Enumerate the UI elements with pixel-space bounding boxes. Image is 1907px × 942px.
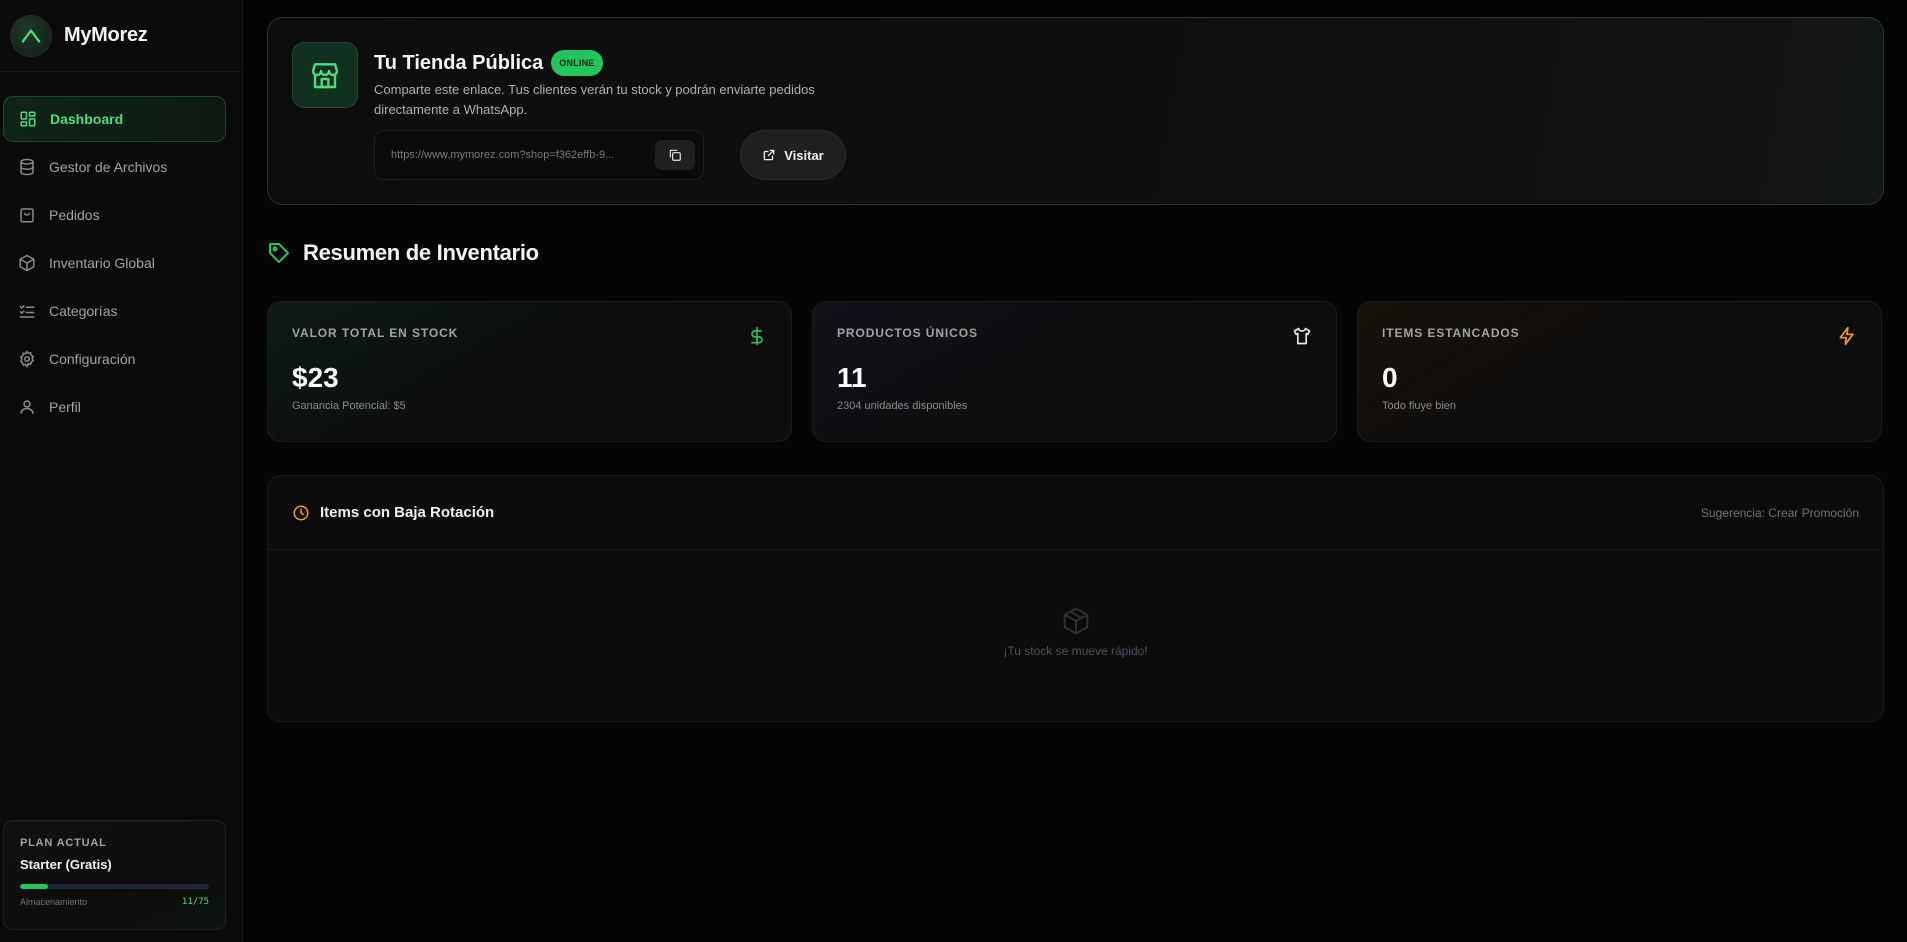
external-link-icon [762,148,776,162]
stat-value: 11 [837,362,867,393]
tag-icon [269,243,289,263]
public-store-card: Tu Tienda Pública ONLINE Comparte este e… [267,17,1884,205]
sidebar-item-dashboard[interactable]: Dashboard [3,96,226,142]
sidebar-item-label: Pedidos [49,207,100,223]
storage-label: Almacenamiento [20,897,88,907]
stat-subtext: 2304 unidades disponibles [837,400,968,412]
shirt-icon [1292,326,1312,351]
storage-progress-bar [20,884,209,889]
store-url-field[interactable]: https://www.mymorez.com?shop=f362effb-9.… [374,130,704,180]
section-header: Resumen de Inventario [267,240,539,266]
main-content: Tu Tienda Pública ONLINE Comparte este e… [243,0,1907,942]
plan-card: PLAN ACTUAL Starter (Gratis) Almacenamie… [3,820,226,930]
sidebar-item-label: Dashboard [50,111,124,127]
sidebar-item-categorias[interactable]: Categorías [3,288,226,334]
sidebar-item-gestor-archivos[interactable]: Gestor de Archivos [3,144,226,190]
shopping-bag-icon [17,205,37,225]
lightning-icon [1837,326,1857,351]
dollar-icon [747,326,767,351]
empty-state: ¡Tu stock se mueve rápido! [268,606,1883,658]
store-url[interactable]: https://www.mymorez.com?shop=f362effb-9.… [391,149,655,161]
promotion-suggestion: Sugerencia: Crear Promoción [1700,505,1859,520]
empty-state-text: ¡Tu stock se mueve rápido! [1003,644,1148,658]
box-icon [17,253,37,273]
brand[interactable]: MyMorez [0,0,242,72]
stat-value: $23 [292,362,339,393]
stat-subtext: Ganancia Potencial: $5 [292,400,406,412]
sidebar-item-label: Inventario Global [49,255,155,271]
sidebar-item-label: Gestor de Archivos [49,159,168,175]
sidebar-item-label: Categorías [49,303,118,319]
visit-label: Visitar [784,147,824,163]
gear-icon [17,349,37,369]
clock-icon [293,505,309,520]
sidebar: MyMorez Dashboard Gestor de Archivos Ped… [0,0,243,942]
section-title: Resumen de Inventario [303,240,539,265]
dashboard-icon [18,109,38,129]
store-icon [292,42,358,108]
sidebar-item-inventario-global[interactable]: Inventario Global [3,240,226,286]
stat-card-total-value: VALOR TOTAL EN STOCK $23 Ganancia Potenc… [267,301,792,442]
visit-store-button[interactable]: Visitar [740,130,846,180]
brand-logo-icon [10,14,52,57]
stat-card-unique-products: PRODUCTOS ÚNICOS 11 2304 unidades dispon… [812,301,1337,442]
sidebar-item-perfil[interactable]: Perfil [3,384,226,430]
store-description: Comparte este enlace. Tus clientes verán… [374,82,815,117]
stat-label: ITEMS ESTANCADOS [1382,326,1520,340]
low-rotation-card: Items con Baja Rotación Sugerencia: Crea… [267,475,1884,722]
stat-card-stagnant-items: ITEMS ESTANCADOS 0 Todo fluye bien [1357,301,1882,442]
stat-value: 0 [1382,362,1398,393]
copy-url-button[interactable] [655,140,695,170]
stat-label: PRODUCTOS ÚNICOS [837,326,978,340]
plan-name: Starter (Gratis) [20,857,112,872]
sidebar-item-label: Configuración [49,351,136,367]
storage-value: 11/75 [181,897,209,907]
copy-icon [669,149,681,161]
database-icon [17,157,37,177]
brand-name: MyMorez [64,24,148,46]
box-icon [1063,607,1088,635]
stat-label: VALOR TOTAL EN STOCK [292,326,459,340]
storage-progress-fill [20,884,48,889]
user-icon [17,397,37,417]
status-badge: ONLINE [551,50,603,76]
sidebar-item-label: Perfil [49,399,81,415]
sidebar-item-configuracion[interactable]: Configuración [3,336,226,382]
stat-subtext: Todo fluye bien [1382,400,1456,412]
low-rotation-title: Items con Baja Rotación [320,504,495,521]
sidebar-nav: Dashboard Gestor de Archivos Pedidos Inv… [0,72,242,430]
list-check-icon [17,301,37,321]
sidebar-item-pedidos[interactable]: Pedidos [3,192,226,238]
store-title: Tu Tienda Pública [374,51,544,74]
plan-label: PLAN ACTUAL [20,837,107,849]
